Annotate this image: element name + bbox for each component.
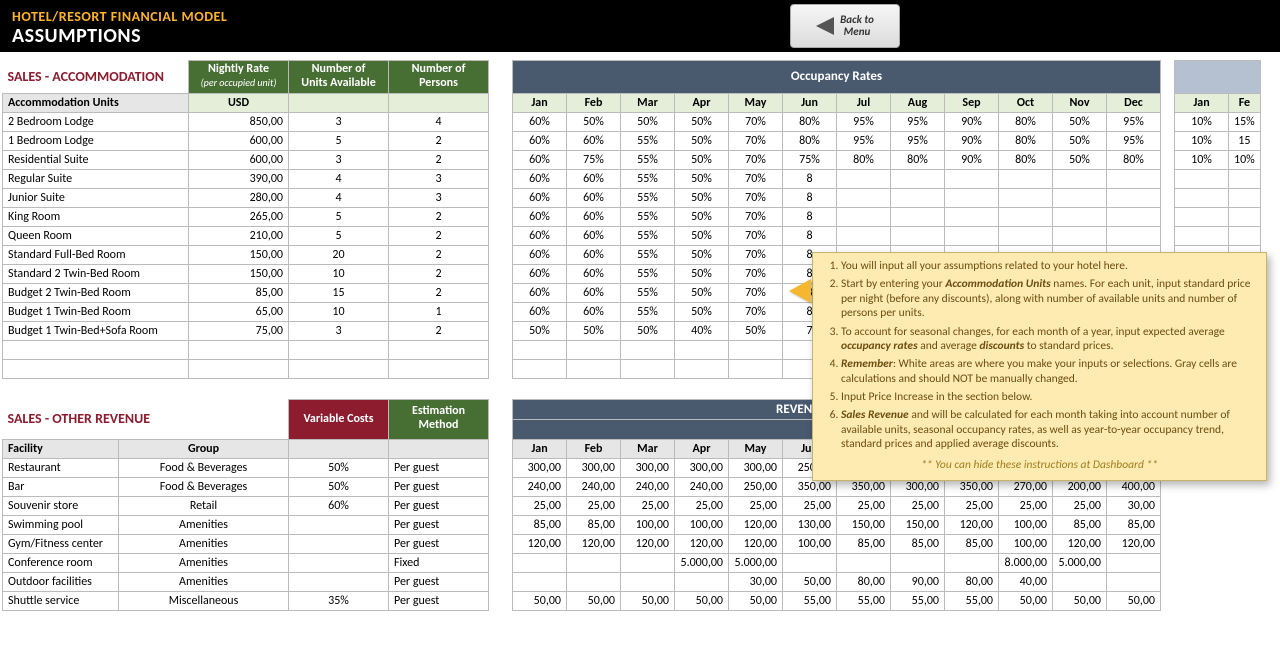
table-row[interactable]: Outdoor facilitiesAmenitiesPer guest30,0… — [3, 572, 1161, 591]
table-row[interactable]: Swimming poolAmenitiesPer guest85,0085,0… — [3, 515, 1161, 534]
table-row[interactable]: Queen Room210,005260%60%55%50%70%8 — [3, 226, 1261, 245]
table-row[interactable]: Regular Suite390,004360%60%55%50%70%8 — [3, 169, 1261, 188]
table-row[interactable]: Gym/Fitness centerAmenitiesPer guest120,… — [3, 534, 1161, 553]
instructions-callout: You will input all your assumptions rela… — [812, 252, 1267, 481]
table-row[interactable]: King Room265,005260%60%55%50%70%8 — [3, 207, 1261, 226]
title-bar: HOTEL/RESORT FINANCIAL MODEL ASSUMPTIONS… — [0, 0, 1280, 52]
table-row[interactable]: Residential Suite600,003260%75%55%50%70%… — [3, 150, 1261, 169]
app-title: HOTEL/RESORT FINANCIAL MODEL — [12, 8, 227, 25]
table-row[interactable]: Souvenir storeRetail60%Per guest25,0025,… — [3, 496, 1161, 515]
section1-label: SALES - ACCOMMODATION — [3, 61, 189, 94]
arrow-left-icon — [816, 17, 834, 35]
callout-arrow-icon — [789, 279, 811, 303]
table-row[interactable]: Junior Suite280,004360%60%55%50%70%8 — [3, 188, 1261, 207]
page-title: ASSUMPTIONS — [12, 24, 141, 48]
table-row[interactable]: 2 Bedroom Lodge850,003460%50%50%50%70%80… — [3, 112, 1261, 131]
occupancy-header: Occupancy Rates — [513, 61, 1161, 94]
back-to-menu-button[interactable]: Back to Menu — [790, 4, 900, 48]
section2-label: SALES - OTHER REVENUE — [3, 399, 289, 439]
table-row[interactable]: 1 Bedroom Lodge600,005260%60%55%50%70%80… — [3, 131, 1261, 150]
table-row[interactable]: Conference roomAmenitiesFixed5.000,005.0… — [3, 553, 1161, 572]
table-row[interactable]: Shuttle serviceMiscellaneous35%Per guest… — [3, 591, 1161, 610]
